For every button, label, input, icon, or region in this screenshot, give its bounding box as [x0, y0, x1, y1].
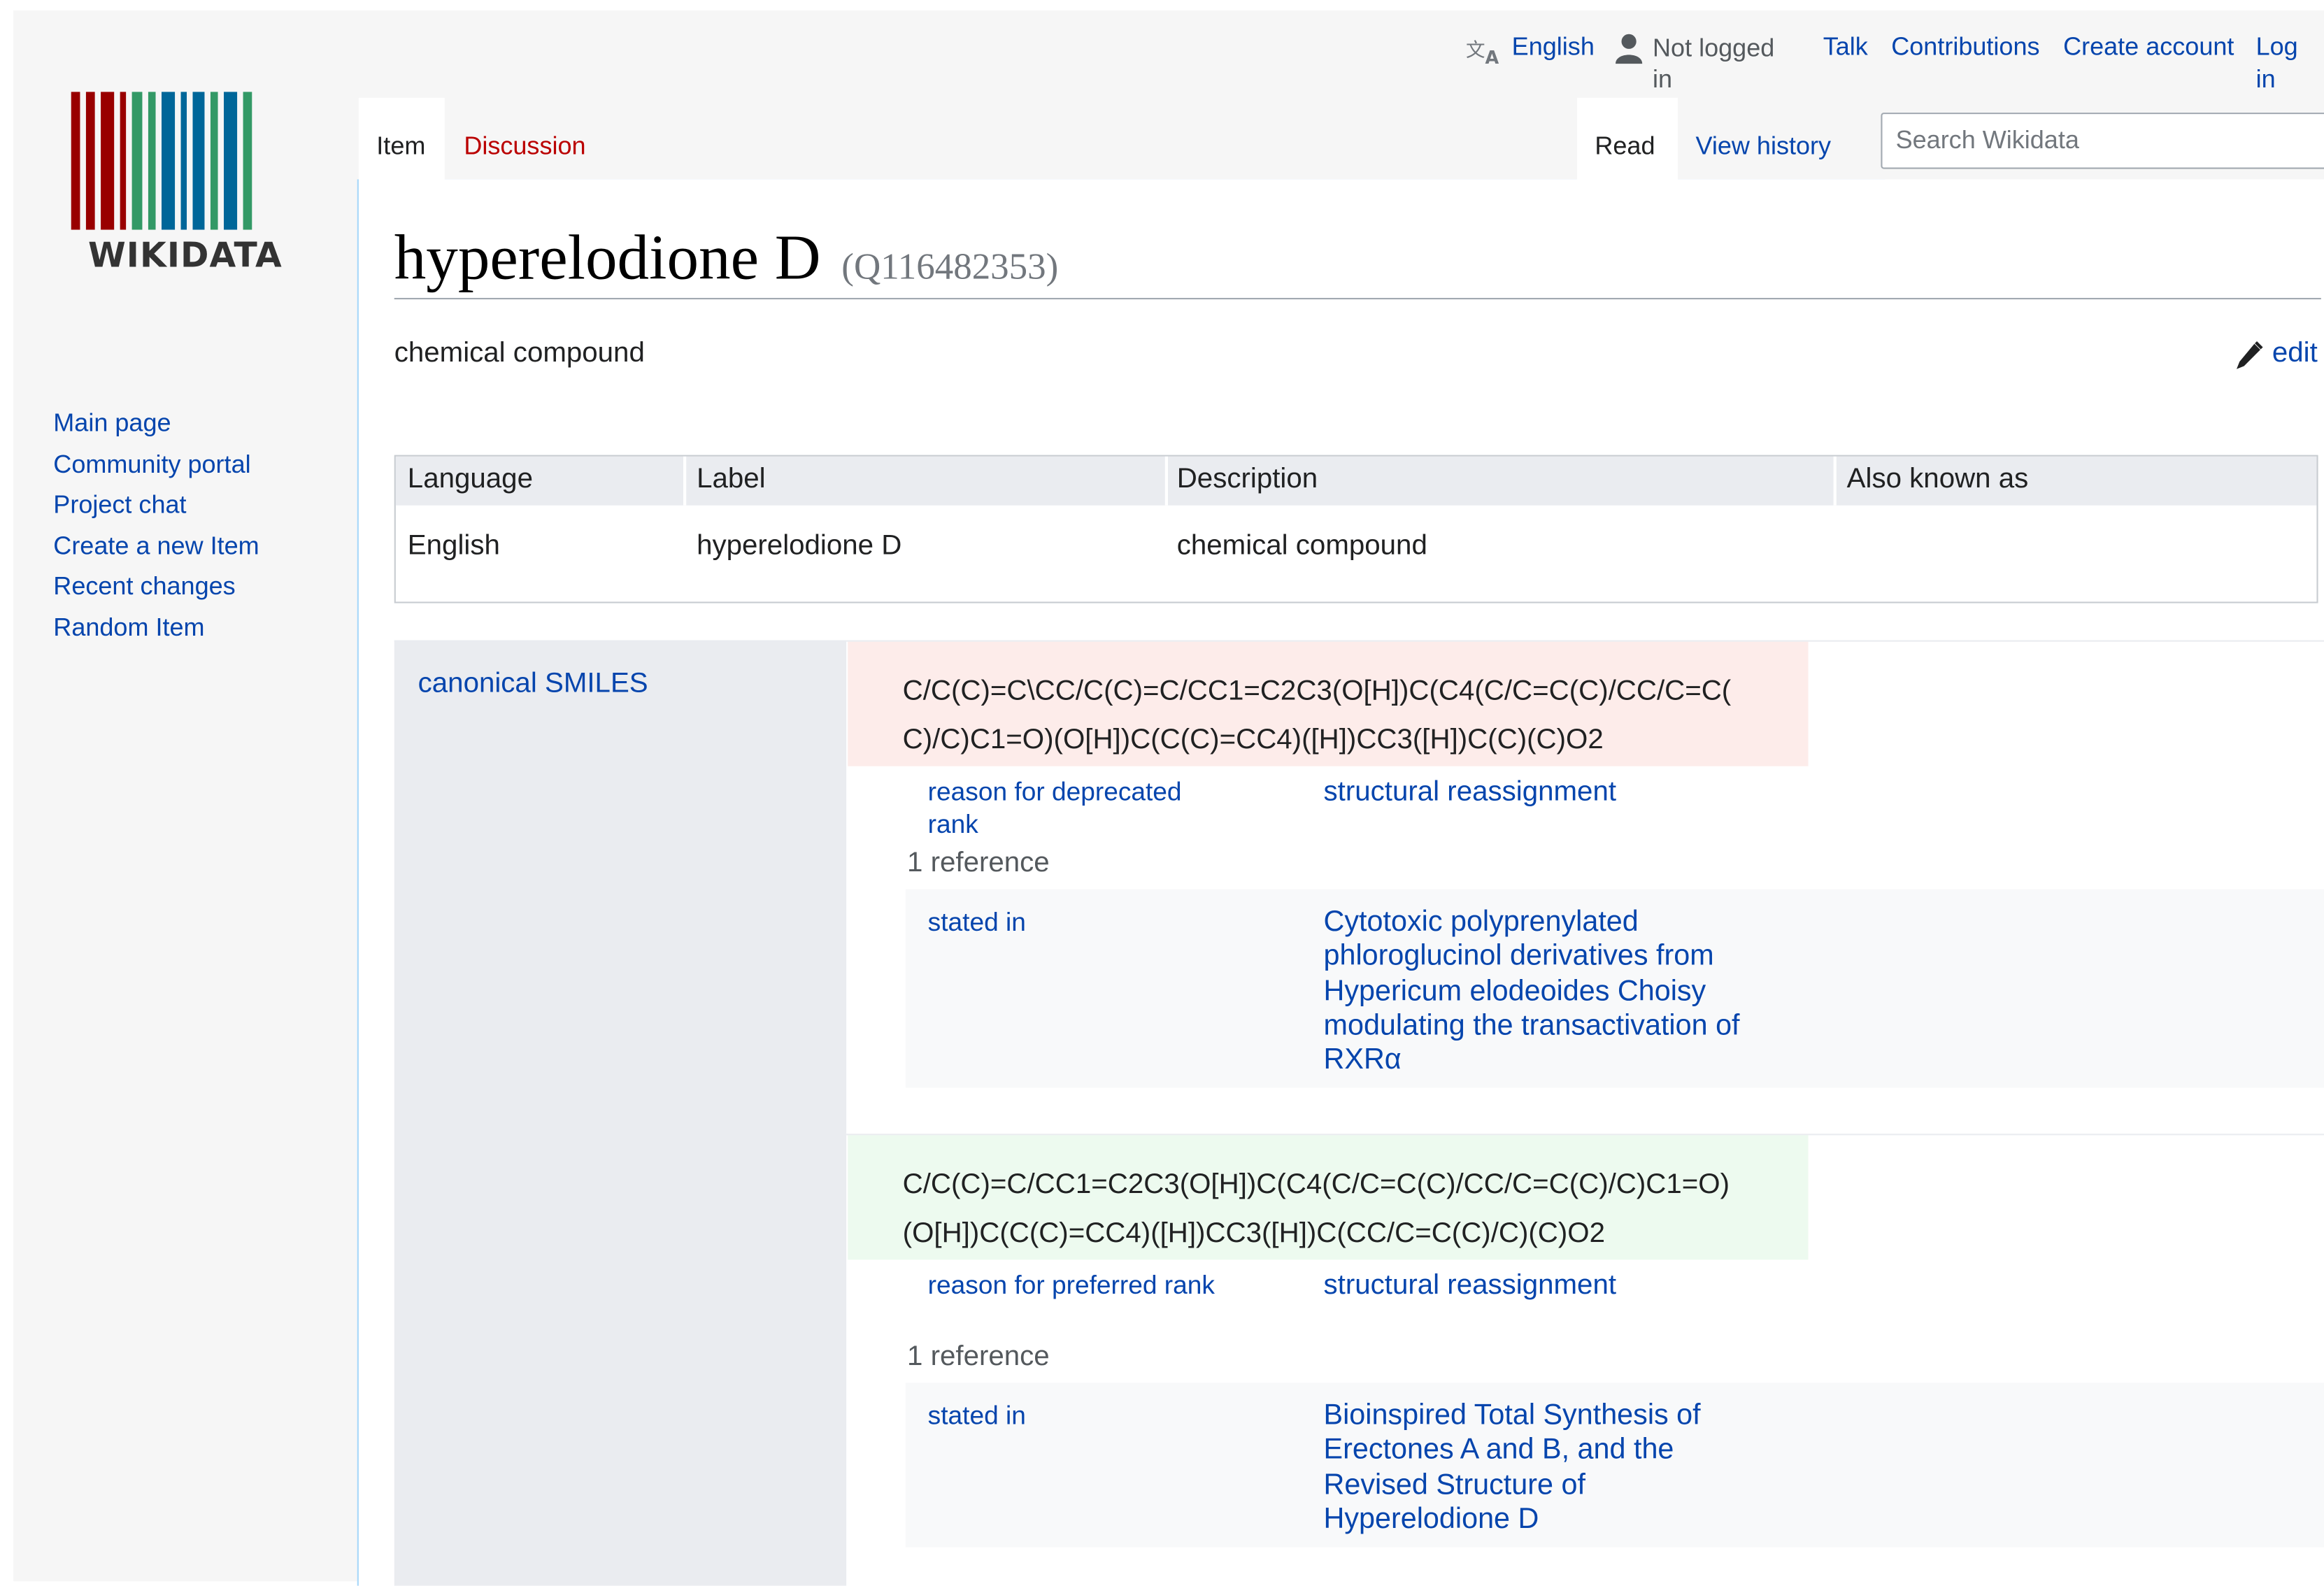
search-placeholder: Search Wikidata [1895, 126, 2079, 155]
smiles-value-line: (O[H])C(C(C)=CC4)([H])CC3([H])C(CC/C=C(C… [902, 1218, 1606, 1250]
column-separator [1833, 456, 1837, 506]
reference-title-line: Bioinspired Total Synthesis of [1323, 1399, 1701, 1432]
sidebar-navigation: Main page Community portal Project chat … [53, 403, 259, 648]
reference-title-line: RXRα [1323, 1043, 1402, 1077]
create-account-link[interactable]: Create account [2063, 33, 2234, 62]
tab-discussion-label: Discussion [464, 131, 586, 160]
reference-property-stated-in[interactable]: stated in [928, 1401, 1026, 1432]
wikidata-logo[interactable]: WIKIDATA [71, 92, 299, 285]
contributions-link[interactable]: Contributions [1891, 33, 2039, 62]
logo-bar [71, 92, 80, 230]
logo-bar [210, 92, 218, 230]
logo-bar [120, 92, 127, 230]
logo-bar [192, 92, 205, 230]
statement-value-deprecated[interactable]: C/C(C)=C\CC/C(C)=C/CC1=C2C3(O[H])C(C4(C/… [848, 641, 1809, 766]
reference-title-line: Erectones A and B, and the [1323, 1433, 1674, 1466]
svg-text:文: 文 [1466, 39, 1485, 62]
reference-title-line: Revised Structure of [1323, 1468, 1585, 1501]
page-title: hyperelodione D (Q116482353) [394, 222, 1059, 295]
reference-count-toggle[interactable]: 1 reference [907, 1341, 1050, 1374]
talk-link[interactable]: Talk [1823, 33, 1868, 62]
user-icon [1616, 34, 1643, 64]
sidebar-item-random-item[interactable]: Random Item [53, 607, 259, 648]
tab-read[interactable]: Read [1576, 97, 1678, 181]
reference-value-link[interactable]: Cytotoxic polyprenylated phloroglucinol … [1324, 906, 1740, 1078]
log-in-link-line2[interactable]: in [2256, 65, 2276, 94]
property-link-canonical-smiles[interactable]: canonical SMILES [418, 669, 648, 701]
not-logged-in-text: Not logged [1653, 34, 1775, 63]
smiles-value-line: C/C(C)=C/CC1=C2C3(O[H])C(C4(C/C=C(C)/CC/… [902, 1169, 1730, 1201]
column-separator [1164, 456, 1169, 506]
reference-block: stated in Bioinspired Total Synthesis of… [905, 1383, 2324, 1548]
pencil-icon [2237, 341, 2263, 369]
logo-bar [162, 92, 176, 230]
qualifier-property-line: rank [927, 809, 978, 839]
cell-language: English [407, 530, 500, 562]
sidebar-item-project-chat[interactable]: Project chat [53, 485, 259, 525]
logo-wordmark: WIKIDATA [87, 237, 283, 276]
page: WIKIDATA Main page Community portal Proj… [0, 0, 2324, 1586]
statement-group: canonical SMILES C/C(C)=C\CC/C(C)=C/CC1=… [394, 640, 2324, 1586]
item-label: hyperelodione D [394, 224, 821, 294]
logo-bar [180, 92, 187, 230]
cell-description[interactable]: chemical compound [1177, 531, 1427, 564]
reference-title-line: Hyperelodione D [1323, 1502, 1539, 1536]
smiles-value-line: C)/C)C1=O)(O[H])C(C(C)=CC4)([H])CC3([H])… [902, 724, 1604, 756]
header-also-known-as: Also known as [1846, 464, 2029, 495]
header-description: Description [1176, 464, 1318, 495]
qualifier-value-link[interactable]: structural reassignment [1324, 775, 1616, 810]
qualifier-property-reason-deprecated-rank[interactable]: reason for deprecated rank [928, 775, 1182, 840]
language-selector[interactable]: English [1512, 33, 1595, 62]
qualifier-property-line: reason for deprecated [927, 776, 1182, 806]
tab-discussion[interactable]: Discussion [445, 98, 622, 181]
reference-property-stated-in[interactable]: stated in [928, 907, 1026, 938]
cell-label[interactable]: hyperelodione D [697, 531, 901, 564]
logo-bar [131, 92, 143, 230]
log-in-link[interactable]: Log [2256, 33, 2298, 62]
item-description: chemical compound [394, 338, 645, 369]
sidebar-item-recent-changes[interactable]: Recent changes [53, 566, 259, 607]
smiles-value-line: C/C(C)=C\CC/C(C)=C/CC1=C2C3(O[H])C(C4(C/… [902, 676, 1732, 707]
not-logged-in-text-line2: in [1653, 65, 1673, 94]
language-icon[interactable]: 文 A [1466, 37, 1504, 67]
logo-barcode-icon [71, 92, 299, 230]
tab-view-history-label: View history [1695, 131, 1832, 160]
title-divider [394, 297, 2321, 300]
terms-table: Language Label Description Also known as… [394, 455, 2318, 603]
reference-value-link[interactable]: Bioinspired Total Synthesis of Erectones… [1324, 1399, 1701, 1537]
header-language: Language [407, 464, 533, 495]
reference-count-toggle[interactable]: 1 reference [907, 848, 1050, 880]
logo-bar [101, 92, 115, 230]
tab-item[interactable]: Item [358, 97, 445, 181]
tab-read-label: Read [1595, 131, 1655, 160]
property-column: canonical SMILES [394, 640, 847, 1586]
column-separator [683, 456, 687, 506]
qualifier-value-link[interactable]: structural reassignment [1324, 1269, 1616, 1304]
tab-item-label: Item [376, 131, 426, 160]
tab-view-history[interactable]: View history [1678, 98, 1871, 181]
sidebar-item-community-portal[interactable]: Community portal [53, 444, 259, 485]
sidebar-item-create-new-item[interactable]: Create a new Item [53, 525, 259, 566]
logo-bar [224, 92, 238, 230]
svg-text:A: A [1485, 47, 1499, 66]
qualifier-property-reason-preferred-rank[interactable]: reason for preferred rank [928, 1269, 1215, 1301]
statement-value-preferred[interactable]: C/C(C)=C/CC1=C2C3(O[H])C(C4(C/C=C(C)/CC/… [848, 1135, 1809, 1260]
edit-label: edit [2272, 338, 2318, 369]
logo-bar [243, 92, 252, 230]
reference-title-line: Hypericum elodeoides Choisy [1323, 974, 1706, 1008]
reference-title-line: Cytotoxic polyprenylated [1323, 905, 1639, 938]
logo-bar [85, 92, 95, 230]
logo-bar [148, 92, 156, 230]
item-qid: (Q116482353) [841, 247, 1059, 288]
header-label: Label [697, 464, 766, 495]
reference-title-line: phloroglucinol derivatives from [1323, 940, 1714, 973]
reference-title-line: modulating the transactivation of [1323, 1009, 1740, 1042]
search-input[interactable]: Search Wikidata [1881, 113, 2324, 169]
reference-block: stated in Cytotoxic polyprenylated phlor… [905, 889, 2324, 1088]
sidebar-item-main-page[interactable]: Main page [53, 403, 259, 443]
main-content: hyperelodione D (Q116482353) chemical com… [357, 179, 2324, 1586]
